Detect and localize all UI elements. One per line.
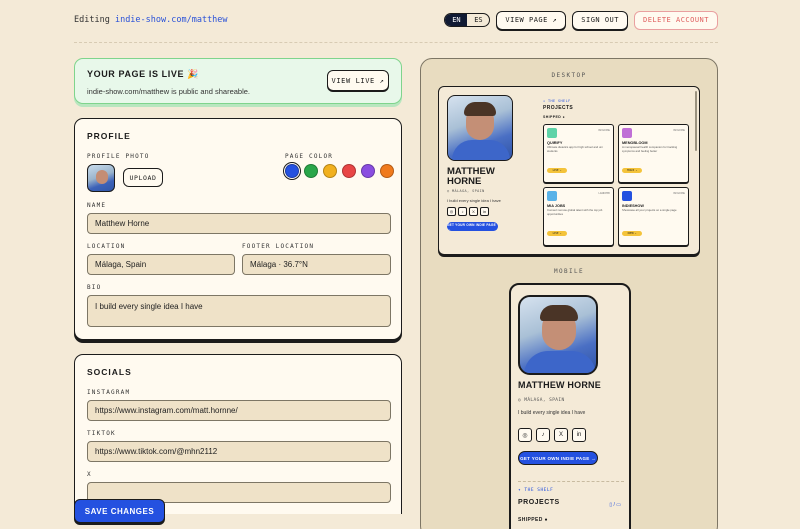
desktop-profile-photo bbox=[447, 95, 513, 161]
view-page-button[interactable]: VIEW PAGE ↗ bbox=[496, 10, 567, 30]
project-tag: LIVE ↗ bbox=[547, 231, 567, 236]
profile-photo-label: PROFILE PHOTO bbox=[87, 153, 150, 160]
profile-title: PROFILE bbox=[87, 131, 131, 141]
project-description: Showcase all your projects on a single p… bbox=[622, 208, 677, 212]
color-swatch-3[interactable] bbox=[342, 164, 356, 178]
project-description: A menopausal health companion for tracki… bbox=[622, 145, 678, 153]
editing-url[interactable]: indie-show.com/matthew bbox=[115, 15, 228, 25]
color-swatch-4[interactable] bbox=[361, 164, 375, 178]
project-status: BUILDING bbox=[673, 129, 685, 132]
bio-textarea[interactable]: I build every single idea I have bbox=[87, 295, 391, 327]
project-icon bbox=[622, 128, 632, 138]
instagram-icon: ◎ bbox=[518, 428, 532, 442]
project-status: LAUNCHED bbox=[598, 192, 610, 195]
mobile-cta-button: GET YOUR OWN INDIE PAGE → bbox=[518, 451, 598, 465]
project-status: BUILDING bbox=[598, 129, 610, 132]
sign-out-button[interactable]: SIGN OUT bbox=[572, 10, 628, 30]
linkedin-icon: in bbox=[480, 207, 489, 216]
project-tag: OPEN ↗ bbox=[622, 231, 642, 236]
x-icon: X bbox=[554, 428, 568, 442]
top-actions: EN ES VIEW PAGE ↗ SIGN OUT DELETE ACCOUN… bbox=[444, 10, 718, 30]
instagram-icon: ◎ bbox=[447, 207, 456, 216]
project-icon bbox=[622, 191, 632, 201]
mobile-profile-photo bbox=[518, 295, 598, 375]
mobile-preview: MATTHEW HORNE ◎ MÁLAGA, SPAIN I build ev… bbox=[509, 283, 631, 529]
color-swatch-0[interactable] bbox=[283, 162, 301, 180]
desktop-cta-button: GET YOUR OWN INDIE PAGE → bbox=[447, 222, 498, 231]
desktop-preview-label: DESKTOP bbox=[551, 72, 587, 79]
tiktok-label: TIKTOK bbox=[87, 430, 116, 437]
footer-location-label: FOOTER LOCATION bbox=[242, 243, 315, 250]
preview-panel: DESKTOP MATTHEW HORNE ◎ MÁLAGA, SPAIN I … bbox=[420, 58, 718, 529]
desktop-social-icons: ◎ ♪ X in bbox=[447, 207, 489, 216]
save-changes-button[interactable]: SAVE CHANGES bbox=[74, 499, 165, 523]
page-live-banner: YOUR PAGE IS LIVE 🎉 indie-show.com/matth… bbox=[74, 58, 402, 104]
top-bar: Editing indie-show.com/matthew EN ES VIE… bbox=[74, 9, 718, 31]
project-card: BUILDING MENOBLOOM A menopausal health com… bbox=[618, 124, 689, 183]
language-toggle: EN ES bbox=[444, 13, 491, 27]
project-description: Connect remote global talent with the to… bbox=[547, 208, 603, 216]
profile-section: PROFILE PROFILE PHOTO UPLOAD PAGE COLOR … bbox=[74, 118, 402, 340]
mobile-location: ◎ MÁLAGA, SPAIN bbox=[518, 398, 565, 403]
mobile-social-icons: ◎ ♪ X in bbox=[518, 428, 586, 442]
delete-account-button[interactable]: DELETE ACCOUNT bbox=[633, 10, 718, 30]
upload-photo-button[interactable]: UPLOAD bbox=[123, 168, 163, 187]
x-label: X bbox=[87, 471, 92, 478]
profile-photo-thumbnail bbox=[87, 164, 115, 192]
page-color-label: PAGE COLOR bbox=[285, 153, 334, 160]
mobile-shipped-label: SHIPPED ● bbox=[518, 517, 548, 523]
desktop-bio: I build every single idea I have bbox=[447, 198, 501, 203]
instagram-input[interactable]: https://www.instagram.com/matt.hornne/ bbox=[87, 400, 391, 421]
desktop-scrollbar bbox=[695, 91, 697, 151]
page-color-swatches bbox=[283, 162, 394, 180]
mobile-preview-label: MOBILE bbox=[553, 268, 585, 275]
name-input[interactable]: Matthew Horne bbox=[87, 213, 391, 234]
color-swatch-5[interactable] bbox=[380, 164, 394, 178]
color-swatch-2[interactable] bbox=[323, 164, 337, 178]
socials-title: SOCIALS bbox=[87, 367, 132, 377]
project-card: BUILDING INDIESHOW Showcase all your proje… bbox=[618, 187, 689, 246]
mobile-shelf-label: ✦ THE SHELF bbox=[518, 488, 554, 493]
tiktok-icon: ♪ bbox=[536, 428, 550, 442]
desktop-shelf-label: ✦ THE SHELF bbox=[543, 99, 571, 103]
linkedin-icon: in bbox=[572, 428, 586, 442]
project-status: BUILDING bbox=[673, 192, 685, 195]
mobile-divider bbox=[518, 481, 624, 482]
color-swatch-1[interactable] bbox=[304, 164, 318, 178]
tiktok-icon: ♪ bbox=[458, 207, 467, 216]
desktop-project-grid: BUILDING QUIRIFY Ultimate dietetics app fo… bbox=[543, 124, 689, 246]
editing-prefix: Editing bbox=[74, 15, 110, 25]
project-icon bbox=[547, 191, 557, 201]
footer-location-input[interactable]: Málaga · 36.7°N bbox=[242, 254, 391, 275]
header-divider bbox=[74, 42, 718, 43]
x-icon: X bbox=[469, 207, 478, 216]
view-live-button[interactable]: VIEW LIVE ↗ bbox=[327, 70, 389, 91]
editing-indicator: Editing indie-show.com/matthew bbox=[74, 15, 228, 25]
instagram-label: INSTAGRAM bbox=[87, 389, 131, 396]
mobile-projects-title: PROJECTS bbox=[518, 499, 560, 506]
location-input[interactable]: Málaga, Spain bbox=[87, 254, 235, 275]
mobile-name: MATTHEW HORNE bbox=[518, 380, 601, 390]
lang-en-button[interactable]: EN bbox=[445, 14, 468, 26]
project-card: BUILDING QUIRIFY Ultimate dietetics app fo… bbox=[543, 124, 614, 183]
desktop-projects-title: PROJECTS bbox=[543, 105, 574, 111]
desktop-location: ◎ MÁLAGA, SPAIN bbox=[447, 189, 485, 193]
mobile-bio: I build every single idea I have bbox=[518, 410, 586, 416]
project-tag: LIVE ↗ bbox=[547, 168, 567, 173]
project-tag: TRACK ↗ bbox=[622, 168, 642, 173]
project-icon bbox=[547, 128, 557, 138]
socials-section: SOCIALS INSTAGRAM https://www.instagram.… bbox=[74, 354, 402, 514]
desktop-shipped-label: SHIPPED ● bbox=[543, 115, 566, 119]
project-card: LAUNCHED MIA JOBS Connect remote global ta… bbox=[543, 187, 614, 246]
bio-label: BIO bbox=[87, 284, 102, 291]
project-description: Ultimate dietetics app for high school a… bbox=[547, 145, 603, 153]
tiktok-input[interactable]: https://www.tiktok.com/@mhn2112 bbox=[87, 441, 391, 462]
name-label: NAME bbox=[87, 202, 107, 209]
desktop-preview: MATTHEW HORNE ◎ MÁLAGA, SPAIN I build ev… bbox=[438, 86, 700, 255]
lang-es-button[interactable]: ES bbox=[467, 14, 489, 26]
location-label: LOCATION bbox=[87, 243, 126, 250]
desktop-name: MATTHEW HORNE bbox=[447, 166, 495, 187]
mobile-view-toggle-icons: ▯ / ▭ bbox=[609, 502, 621, 508]
